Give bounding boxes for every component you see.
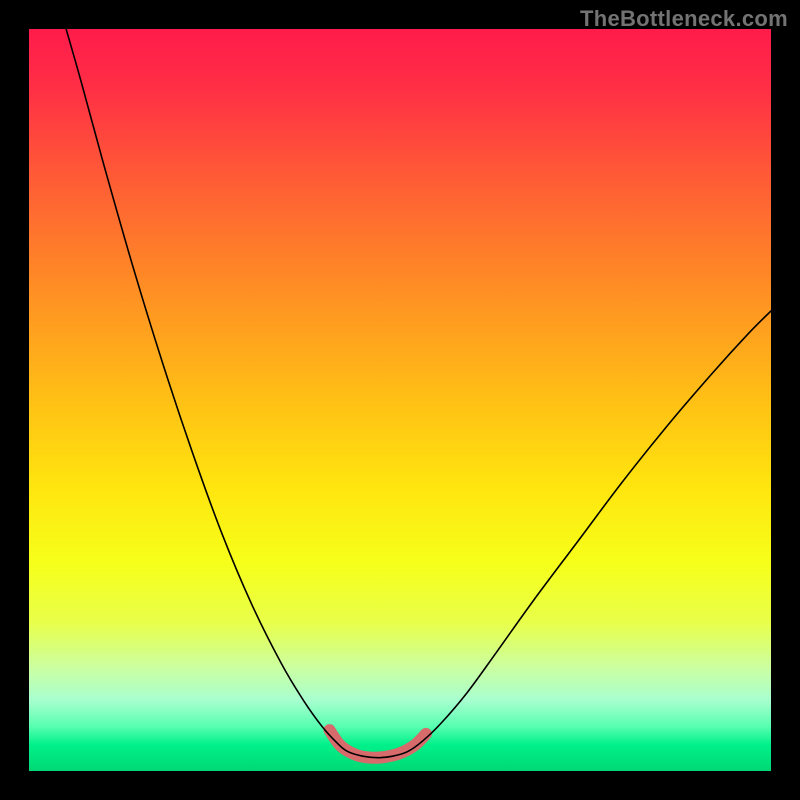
gradient-background (29, 29, 771, 771)
watermark-text: TheBottleneck.com (580, 6, 788, 32)
chart-frame: TheBottleneck.com (0, 0, 800, 800)
bottleneck-chart (29, 29, 771, 771)
